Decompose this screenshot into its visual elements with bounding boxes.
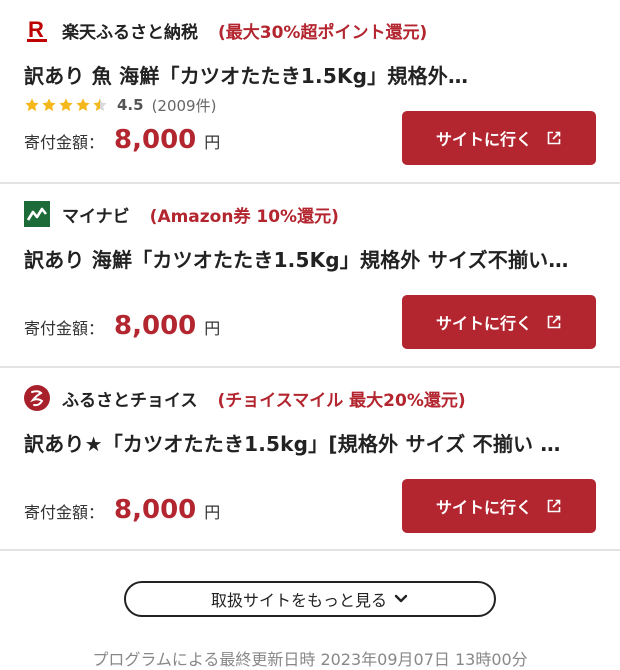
site-header: R 楽天ふるさと納税 (最大30%超ポイント還元)	[24, 15, 427, 45]
listing-card: R 楽天ふるさと納税 (最大30%超ポイント還元) 訳あり 魚 海鮮「カツオたた…	[0, 0, 620, 184]
price-unit: 円	[204, 319, 221, 338]
listing-card: ふるさとチョイス (チョイスマイル 最大20%還元) 訳あり★「カツオたたき1.…	[0, 368, 620, 551]
external-link-icon	[547, 315, 561, 329]
price-value: 8,000	[114, 495, 197, 525]
price-row: 寄付金額： 8,000 円	[24, 125, 220, 155]
rating: 4.5 (2009件)	[24, 95, 216, 115]
promo-text: (最大30%超ポイント還元)	[218, 22, 428, 43]
button-label: サイトに行く	[435, 314, 532, 333]
price-unit: 円	[204, 133, 221, 152]
star-icon	[59, 98, 73, 112]
product-title[interactable]: 訳あり 魚 海鮮「カツオたたき1.5Kg」規格外…	[24, 60, 598, 89]
product-title[interactable]: 訳あり 海鮮「カツオたたき1.5Kg」規格外 サイズ不揃い…	[24, 244, 598, 273]
go-to-site-button[interactable]: サイトに行く	[402, 295, 596, 349]
external-link-icon	[547, 131, 561, 145]
rakuten-logo-icon: R	[24, 17, 50, 43]
star-rating	[24, 97, 109, 113]
promo-text: (チョイスマイル 最大20%還元)	[217, 390, 466, 411]
site-name: 楽天ふるさと納税	[62, 22, 198, 43]
price-label: 寄付金額：	[24, 503, 105, 522]
star-icon	[42, 98, 56, 112]
price-row: 寄付金額： 8,000 円	[24, 311, 220, 341]
promo-text: (Amazon券 10%還元)	[149, 206, 339, 227]
price-value: 8,000	[114, 311, 197, 341]
show-more-sites-button[interactable]: 取扱サイトをもっと見る	[124, 581, 496, 617]
price-unit: 円	[204, 503, 221, 522]
listing-card: マイナビ (Amazon券 10%還元) 訳あり 海鮮「カツオたたき1.5Kg」…	[0, 184, 620, 368]
chevron-down-icon	[394, 594, 408, 603]
review-count: (2009件)	[151, 96, 217, 115]
product-title[interactable]: 訳あり★「カツオたたき1.5kg」[規格外 サイズ 不揃い …	[24, 428, 598, 457]
price-label: 寄付金額：	[24, 133, 105, 152]
price-row: 寄付金額： 8,000 円	[24, 495, 220, 525]
star-icon	[76, 98, 90, 112]
more-button-container: 取扱サイトをもっと見る	[0, 581, 620, 617]
rating-score: 4.5	[117, 96, 144, 114]
star-icon	[25, 98, 39, 112]
star-half-icon	[93, 98, 107, 112]
site-name: マイナビ	[62, 206, 130, 227]
external-link-icon	[547, 499, 561, 513]
price-value: 8,000	[114, 125, 197, 155]
price-label: 寄付金額：	[24, 319, 105, 338]
listing-list: R 楽天ふるさと納税 (最大30%超ポイント還元) 訳あり 魚 海鮮「カツオたた…	[0, 0, 620, 551]
button-label: サイトに行く	[435, 498, 532, 517]
site-header: マイナビ (Amazon券 10%還元)	[24, 199, 339, 229]
last-updated-text: プログラムによる最終更新日時 2023年09月07日 13時00分	[92, 650, 528, 669]
site-header: ふるさとチョイス (チョイスマイル 最大20%還元)	[24, 383, 466, 413]
button-label: サイトに行く	[435, 130, 532, 149]
go-to-site-button[interactable]: サイトに行く	[402, 479, 596, 533]
site-name: ふるさとチョイス	[62, 390, 198, 411]
furusato-choice-logo-icon	[24, 385, 50, 411]
more-button-label: 取扱サイトをもっと見る	[210, 591, 387, 610]
go-to-site-button[interactable]: サイトに行く	[402, 111, 596, 165]
mynavi-logo-icon	[24, 201, 50, 227]
svg-text:R: R	[28, 17, 44, 42]
